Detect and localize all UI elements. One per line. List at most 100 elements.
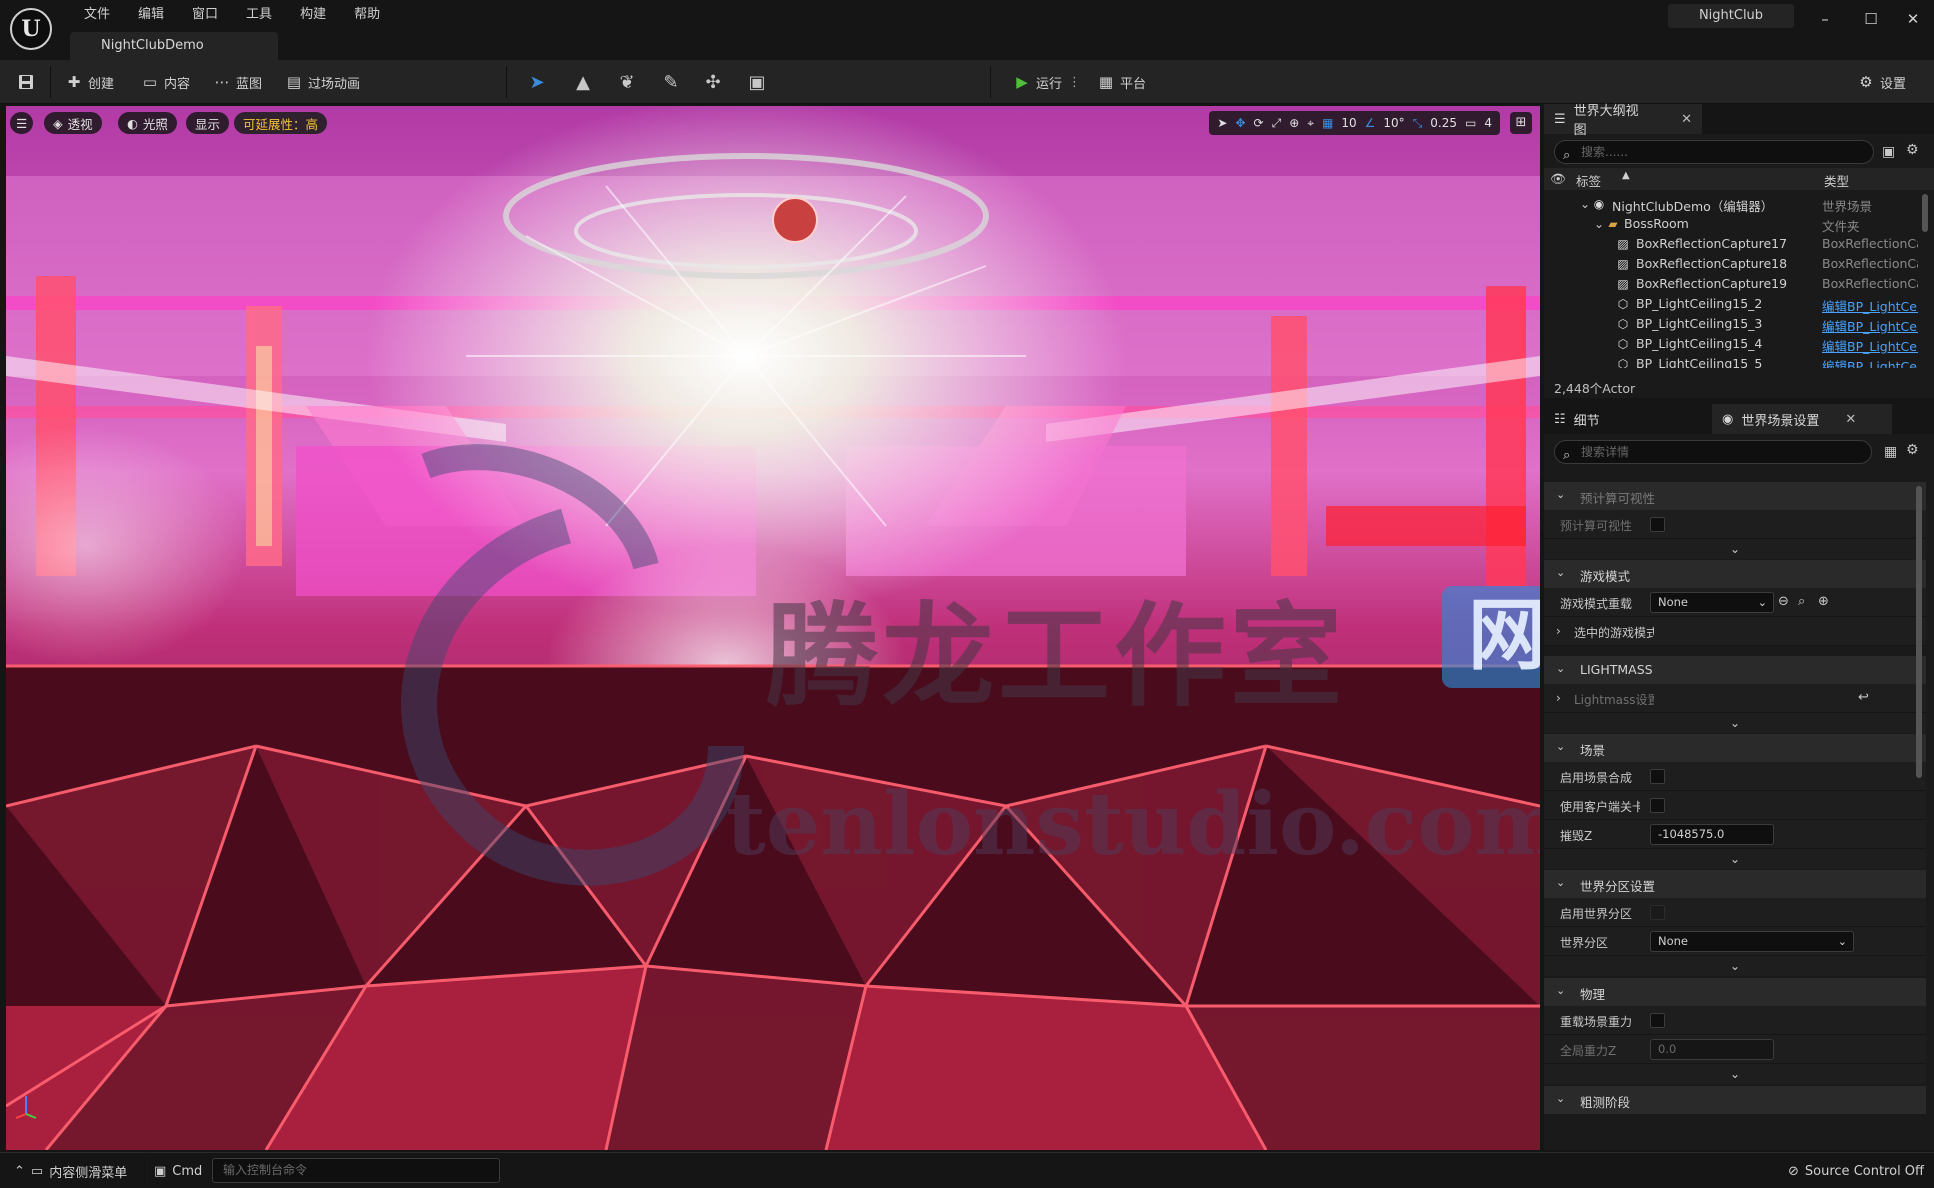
prop-lightmass-settings[interactable]: › Lightmass设置 ↩: [1544, 684, 1926, 713]
advanced-expander[interactable]: ⌄: [1544, 539, 1926, 559]
grid-snap-icon[interactable]: ▦: [1322, 116, 1333, 130]
add-folder-icon[interactable]: ▣: [1882, 144, 1895, 160]
blueprint-button[interactable]: ⋯ 蓝图: [210, 68, 266, 96]
kill-z-input[interactable]: -1048575.0: [1650, 824, 1774, 845]
scale-snap-value[interactable]: 0.25: [1430, 116, 1457, 130]
column-type[interactable]: 类型: [1824, 171, 1849, 190]
create-button[interactable]: ✚ 创建: [62, 68, 118, 96]
reset-arrow-icon[interactable]: ↩: [1858, 690, 1869, 705]
viewport-menu-button[interactable]: ☰: [10, 112, 34, 134]
precomputed-visibility-checkbox[interactable]: [1650, 517, 1665, 532]
menu-edit[interactable]: 编辑: [124, 6, 178, 24]
gear-icon[interactable]: ⚙: [1906, 142, 1919, 158]
outliner-row[interactable]: ▨ BoxReflectionCapture18 BoxReflectionCa…: [1544, 254, 1918, 274]
unreal-logo-icon[interactable]: U: [10, 8, 52, 50]
enable-world-partition-checkbox[interactable]: [1650, 905, 1665, 920]
mesh-paint-mode-icon[interactable]: ✎: [660, 72, 682, 94]
browse-back-icon[interactable]: ⊖: [1778, 594, 1789, 609]
gear-icon[interactable]: ⚙: [1906, 442, 1919, 458]
content-drawer-button[interactable]: ⌃ ▭ 内容侧滑菜单: [14, 1162, 127, 1181]
menu-file[interactable]: 文件: [70, 6, 124, 24]
outliner-row[interactable]: ⬡ BP_LightCeiling15_2 编辑BP_LightCeiling: [1544, 294, 1918, 314]
menu-window[interactable]: 窗口: [178, 6, 232, 24]
browse-search-icon[interactable]: ⌕: [1798, 594, 1805, 609]
advanced-expander[interactable]: ⌄: [1544, 1064, 1926, 1084]
world-partition-dropdown[interactable]: None ⌄: [1650, 931, 1854, 952]
expand-arrow-icon[interactable]: ⌄: [1578, 197, 1592, 211]
translate-tool-icon[interactable]: ✥: [1235, 116, 1245, 130]
category-physics[interactable]: ⌄ 物理: [1544, 978, 1926, 1006]
category-precomputed-visibility[interactable]: ⌄ 预计算可视性: [1544, 482, 1926, 510]
landscape-mode-icon[interactable]: ▲: [572, 72, 594, 94]
outliner-row[interactable]: ⌄ ◉ NightClubDemo（编辑器） 世界场景: [1544, 194, 1918, 214]
edit-blueprint-link[interactable]: 编辑BP_LightCeiling: [1822, 296, 1918, 315]
settings-button[interactable]: ⚙ 设置: [1854, 68, 1910, 96]
tab-world-settings[interactable]: ◉ 世界场景设置 ✕: [1712, 404, 1892, 434]
grid-snap-value[interactable]: 10: [1341, 116, 1356, 130]
close-icon[interactable]: ✕: [1845, 412, 1856, 427]
cmd-button[interactable]: ▣ Cmd: [154, 1162, 202, 1180]
override-gravity-checkbox[interactable]: [1650, 1013, 1665, 1028]
advanced-expander[interactable]: ⌄: [1544, 713, 1926, 733]
rotation-snap-icon[interactable]: ∠: [1365, 116, 1376, 130]
outliner-row[interactable]: ⬡ BP_LightCeiling15_4 编辑BP_LightCeiling: [1544, 334, 1918, 354]
advanced-expander[interactable]: ⌄: [1544, 956, 1926, 976]
menu-build[interactable]: 构建: [286, 6, 340, 24]
game-mode-dropdown[interactable]: None ⌄: [1650, 592, 1774, 613]
category-game-mode[interactable]: ⌄ 游戏模式: [1544, 560, 1926, 588]
menu-tools[interactable]: 工具: [232, 6, 286, 24]
console-input[interactable]: 输入控制台命令: [212, 1158, 500, 1183]
category-world-partition[interactable]: ⌄ 世界分区设置: [1544, 870, 1926, 898]
edit-blueprint-link[interactable]: 编辑BP_LightCeiling: [1822, 336, 1918, 355]
visibility-eye-icon[interactable]: 👁: [1550, 171, 1566, 187]
surface-snap-icon[interactable]: ⌖: [1307, 116, 1314, 131]
outliner-row[interactable]: ▨ BoxReflectionCapture17 BoxReflectionCa…: [1544, 234, 1918, 254]
cinematics-button[interactable]: ▤ 过场动画: [282, 68, 364, 96]
close-icon[interactable]: ✕: [1898, 8, 1928, 30]
column-label[interactable]: 标签: [1576, 171, 1601, 190]
show-button[interactable]: 显示: [186, 112, 230, 134]
fracture-mode-icon[interactable]: ✣: [702, 72, 724, 94]
tab-details[interactable]: ☷ 细节: [1544, 404, 1696, 434]
outliner-scrollbar[interactable]: [1922, 194, 1928, 232]
rotate-tool-icon[interactable]: ⟳: [1254, 116, 1264, 130]
select-tool-icon[interactable]: ➤: [1217, 116, 1227, 130]
add-icon[interactable]: ⊕: [1818, 594, 1829, 609]
outliner-search-input[interactable]: ⌕ 搜索......: [1554, 140, 1874, 164]
content-button[interactable]: ▭ 内容: [138, 68, 194, 96]
rotation-snap-value[interactable]: 10°: [1383, 116, 1404, 130]
tab-world-outliner[interactable]: ☰ 世界大纲视图 ✕: [1544, 104, 1702, 138]
select-mode-icon[interactable]: ➤: [526, 72, 548, 94]
modeling-mode-icon[interactable]: ▣: [746, 72, 768, 94]
menu-help[interactable]: 帮助: [340, 6, 394, 24]
edit-blueprint-link[interactable]: 编辑BP_LightCeiling: [1822, 356, 1918, 368]
maximize-icon[interactable]: ☐: [1856, 8, 1886, 30]
close-icon[interactable]: ✕: [1681, 112, 1692, 127]
table-view-icon[interactable]: ▦: [1884, 444, 1897, 460]
lighting-button[interactable]: ◐ 光照: [118, 112, 177, 134]
perspective-button[interactable]: ◈ 透视: [44, 112, 102, 134]
source-control-button[interactable]: ⊘ Source Control Off: [1788, 1162, 1924, 1180]
client-level-streaming-checkbox[interactable]: [1650, 798, 1665, 813]
outliner-row[interactable]: ⌄ ▰ BossRoom 文件夹: [1544, 214, 1918, 234]
outliner-row[interactable]: ⬡ BP_LightCeiling15_5 编辑BP_LightCeiling: [1544, 354, 1918, 368]
category-lightmass[interactable]: ⌄ LIGHTMASS: [1544, 656, 1926, 684]
outliner-row[interactable]: ▨ BoxReflectionCapture19 BoxReflectionCa…: [1544, 274, 1918, 294]
project-tab[interactable]: NightClubDemo: [70, 32, 278, 60]
details-scrollbar[interactable]: [1916, 486, 1922, 778]
category-world[interactable]: ⌄ 场景: [1544, 734, 1926, 762]
camera-speed-value[interactable]: 4: [1484, 116, 1492, 130]
viewport-layout-icon[interactable]: ⊞: [1510, 112, 1532, 134]
prop-selected-game-mode[interactable]: › 选中的游戏模式: [1544, 617, 1926, 646]
details-search-input[interactable]: ⌕ 搜索详情: [1554, 440, 1872, 464]
world-space-icon[interactable]: ⊕: [1289, 116, 1299, 130]
scalability-badge[interactable]: 可延展性：高: [234, 112, 328, 134]
scale-snap-icon[interactable]: ⤡: [1413, 116, 1423, 131]
edit-blueprint-link[interactable]: 编辑BP_LightCeiling: [1822, 316, 1918, 335]
camera-speed-icon[interactable]: ▭: [1465, 116, 1476, 130]
play-options-icon[interactable]: ⋮: [1068, 75, 1081, 90]
platform-button[interactable]: ▦ 平台: [1094, 68, 1150, 96]
global-gravity-input[interactable]: 0.0: [1650, 1039, 1774, 1060]
save-button[interactable]: [14, 68, 38, 96]
expand-arrow-icon[interactable]: ⌄: [1592, 217, 1606, 231]
